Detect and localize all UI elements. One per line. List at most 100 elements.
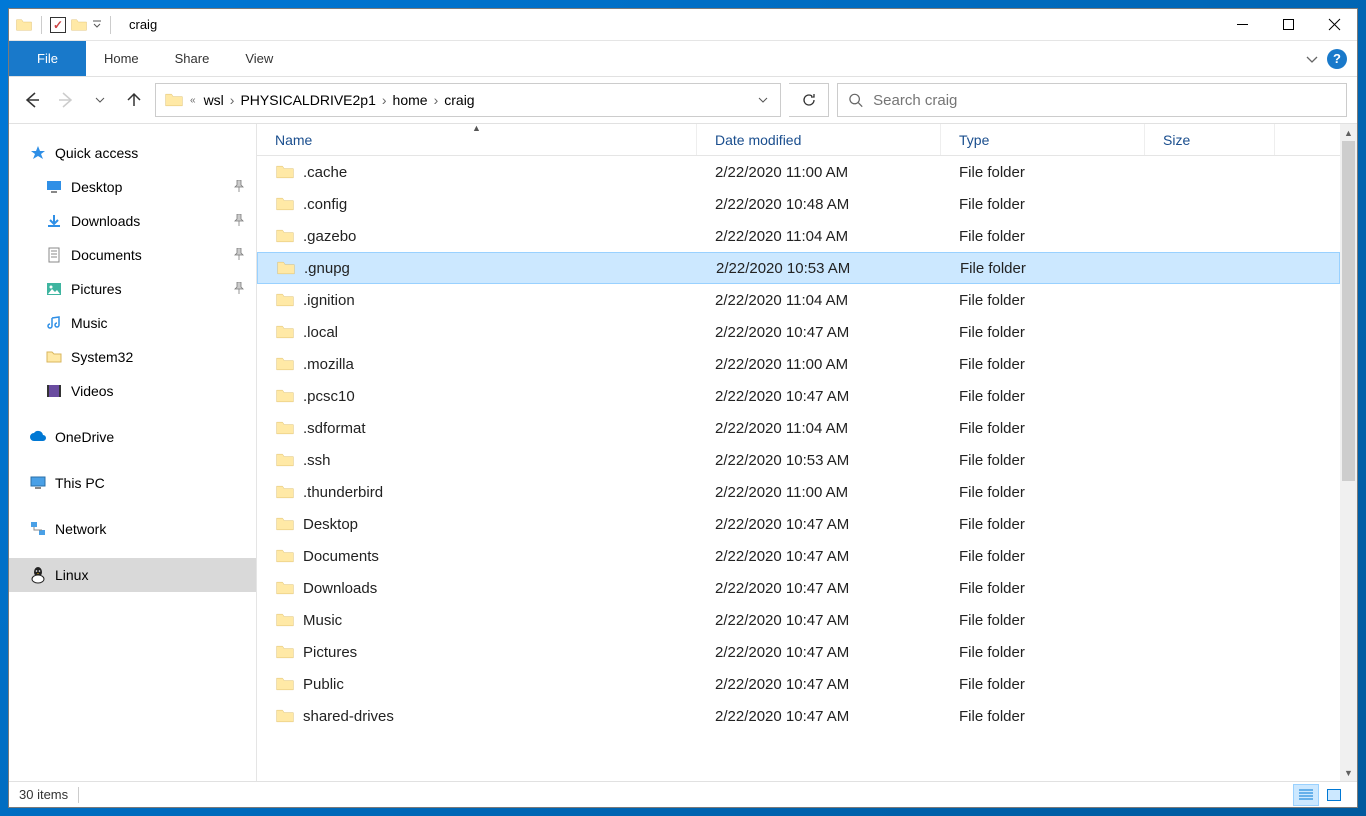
pictures-icon (45, 280, 63, 298)
nav-pane[interactable]: Quick access Desktop Downloads Documents Pi… (9, 124, 257, 781)
sidebar-onedrive[interactable]: OneDrive (9, 420, 256, 454)
cell-date: 2/22/2020 10:48 AM (697, 196, 941, 213)
folder-icon (275, 706, 295, 726)
breadcrumb-segment[interactable]: home (387, 84, 434, 116)
scroll-down-button[interactable]: ▼ (1340, 764, 1357, 781)
forward-button[interactable] (53, 87, 79, 113)
thumbnails-view-button[interactable] (1321, 784, 1347, 806)
sidebar-this-pc[interactable]: This PC (9, 466, 256, 500)
folder-icon (275, 514, 295, 534)
file-list[interactable]: .cache2/22/2020 11:00 AMFile folder.conf… (257, 156, 1340, 781)
cell-type: File folder (941, 228, 1145, 245)
search-box[interactable] (837, 83, 1347, 117)
file-row[interactable]: .gazebo2/22/2020 11:04 AMFile folder (257, 220, 1340, 252)
sidebar-item-label: Downloads (71, 213, 140, 229)
sidebar-item-documents[interactable]: Documents (9, 238, 256, 272)
file-row[interactable]: shared-drives2/22/2020 10:47 AMFile fold… (257, 700, 1340, 732)
qat: ✓ craig (9, 16, 157, 34)
file-row[interactable]: .mozilla2/22/2020 11:00 AMFile folder (257, 348, 1340, 380)
file-row[interactable]: Pictures2/22/2020 10:47 AMFile folder (257, 636, 1340, 668)
cell-name: .gnupg (258, 258, 698, 278)
file-row[interactable]: .gnupg2/22/2020 10:53 AMFile folder (257, 252, 1340, 284)
sidebar-item-desktop[interactable]: Desktop (9, 170, 256, 204)
body: Quick access Desktop Downloads Documents Pi… (9, 124, 1357, 781)
cell-date: 2/22/2020 10:47 AM (697, 516, 941, 533)
sidebar-item-videos[interactable]: Videos (9, 374, 256, 408)
search-input[interactable] (873, 92, 1336, 109)
breadcrumb-segment[interactable]: PHYSICALDRIVE2p1 (234, 84, 381, 116)
search-icon (848, 92, 863, 108)
file-row[interactable]: Music2/22/2020 10:47 AMFile folder (257, 604, 1340, 636)
cell-type: File folder (941, 324, 1145, 341)
cell-name: Public (257, 674, 697, 694)
ribbon-collapse-icon[interactable] (1305, 52, 1319, 66)
col-type[interactable]: Type (941, 124, 1145, 155)
minimize-button[interactable] (1219, 9, 1265, 41)
file-row[interactable]: .thunderbird2/22/2020 11:00 AMFile folde… (257, 476, 1340, 508)
sidebar-item-system32[interactable]: System32 (9, 340, 256, 374)
address-bar[interactable]: « wsl›PHYSICALDRIVE2p1›home›craig (155, 83, 781, 117)
scroll-up-button[interactable]: ▲ (1340, 124, 1357, 141)
status-item-count: 30 items (19, 787, 68, 802)
vertical-scrollbar[interactable]: ▲ ▼ (1340, 124, 1357, 781)
close-button[interactable] (1311, 9, 1357, 41)
sidebar-linux[interactable]: Linux (9, 558, 256, 592)
help-button[interactable]: ? (1327, 49, 1347, 69)
address-dropdown[interactable] (748, 84, 776, 116)
scroll-track[interactable] (1340, 141, 1357, 764)
folder-icon (275, 322, 295, 342)
folder-icon (275, 162, 295, 182)
col-size[interactable]: Size (1145, 124, 1275, 155)
details-view-button[interactable] (1293, 784, 1319, 806)
sidebar-network[interactable]: Network (9, 512, 256, 546)
file-row[interactable]: .cache2/22/2020 11:00 AMFile folder (257, 156, 1340, 188)
file-row[interactable]: Documents2/22/2020 10:47 AMFile folder (257, 540, 1340, 572)
back-button[interactable] (19, 87, 45, 113)
sidebar-item-label: Desktop (71, 179, 122, 195)
tab-share[interactable]: Share (157, 41, 228, 76)
desktop-icon (45, 178, 63, 196)
cell-date: 2/22/2020 11:00 AM (697, 484, 941, 501)
col-date[interactable]: Date modified (697, 124, 941, 155)
status-bar: 30 items (9, 781, 1357, 807)
cell-name: Desktop (257, 514, 697, 534)
sidebar-item-pictures[interactable]: Pictures (9, 272, 256, 306)
breadcrumb-segment[interactable]: wsl (198, 84, 230, 116)
file-row[interactable]: Downloads2/22/2020 10:47 AMFile folder (257, 572, 1340, 604)
file-row[interactable]: .config2/22/2020 10:48 AMFile folder (257, 188, 1340, 220)
cell-date: 2/22/2020 10:47 AM (697, 548, 941, 565)
file-row[interactable]: .pcsc102/22/2020 10:47 AMFile folder (257, 380, 1340, 412)
file-row[interactable]: Public2/22/2020 10:47 AMFile folder (257, 668, 1340, 700)
pin-icon (234, 282, 244, 297)
qat-dropdown-icon[interactable] (92, 20, 102, 30)
file-row[interactable]: Desktop2/22/2020 10:47 AMFile folder (257, 508, 1340, 540)
file-row[interactable]: .sdformat2/22/2020 11:04 AMFile folder (257, 412, 1340, 444)
folder-icon (275, 418, 295, 438)
download-icon (45, 212, 63, 230)
maximize-button[interactable] (1265, 9, 1311, 41)
up-button[interactable] (121, 87, 147, 113)
tab-view[interactable]: View (227, 41, 291, 76)
sidebar-item-downloads[interactable]: Downloads (9, 204, 256, 238)
cell-date: 2/22/2020 11:04 AM (697, 420, 941, 437)
tab-file[interactable]: File (9, 41, 86, 76)
cell-date: 2/22/2020 10:53 AM (697, 452, 941, 469)
cell-name: .local (257, 322, 697, 342)
sidebar-item-label: Documents (71, 247, 142, 263)
file-row[interactable]: .ignition2/22/2020 11:04 AMFile folder (257, 284, 1340, 316)
tab-home[interactable]: Home (86, 41, 157, 76)
scroll-thumb[interactable] (1342, 141, 1355, 481)
breadcrumb-segment[interactable]: craig (438, 84, 480, 116)
col-name[interactable]: ▲ Name (257, 124, 697, 155)
sidebar-quick-access[interactable]: Quick access (9, 136, 256, 170)
qat-properties-button[interactable]: ✓ (50, 17, 66, 33)
recent-dropdown[interactable] (87, 87, 113, 113)
column-header: ▲ Name Date modified Type Size (257, 124, 1340, 156)
refresh-button[interactable] (789, 83, 829, 117)
folder-icon[interactable] (70, 16, 88, 34)
cell-type: File folder (941, 420, 1145, 437)
file-row[interactable]: .ssh2/22/2020 10:53 AMFile folder (257, 444, 1340, 476)
file-row[interactable]: .local2/22/2020 10:47 AMFile folder (257, 316, 1340, 348)
breadcrumb-prefix[interactable]: « (190, 95, 196, 106)
sidebar-item-music[interactable]: Music (9, 306, 256, 340)
